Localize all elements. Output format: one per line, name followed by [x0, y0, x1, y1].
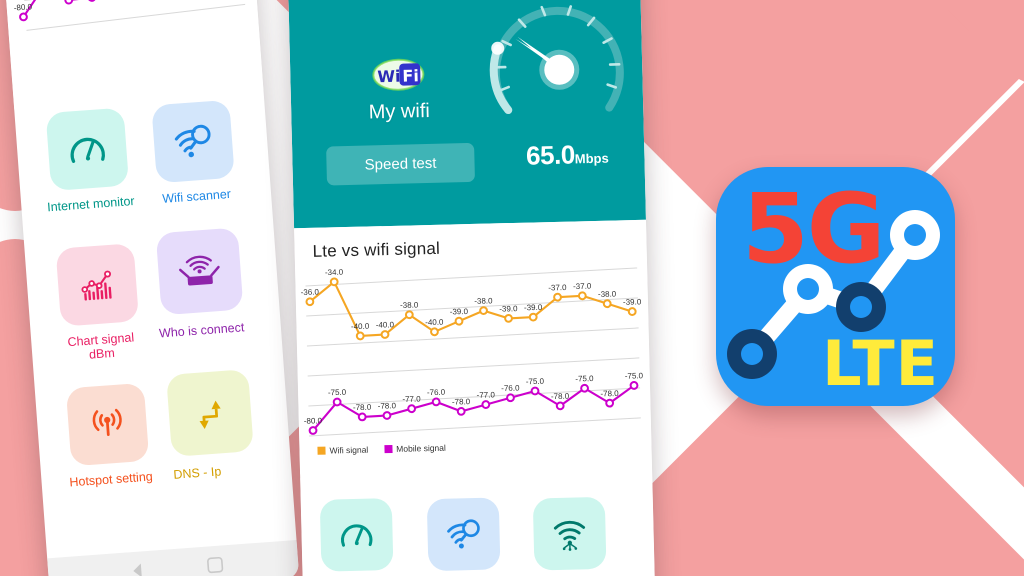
screenshot-stage: -80.0 -75.0 -78.0 -78.0 -77.0 -76.0 -78.0 -77.0… — [0, 0, 1024, 576]
legend-swatch-mobile — [384, 444, 393, 454]
internet-monitor-label: Internet monitor — [46, 193, 136, 215]
svg-text:-78.0: -78.0 — [353, 403, 372, 412]
wifi-scanner-label: Wifi scanner — [161, 186, 232, 206]
bar-chart-icon — [80, 270, 112, 301]
wifi-logo-badge: Wi Fi — [370, 57, 427, 92]
svg-text:-34.0: -34.0 — [325, 268, 344, 277]
left-phone-screenshot: -80.0-75.0-78.0-78.0-77.0-76.0-78.0-77.0… — [0, 0, 300, 576]
tile-dns-ip[interactable]: DNS - Ip — [166, 368, 274, 482]
swap-arrows-icon — [199, 400, 221, 430]
svg-text:-75.0: -75.0 — [328, 388, 347, 397]
left-phone-signal-chart: -80.0-75.0-78.0-78.0-77.0-76.0-78.0-77.0… — [13, 0, 255, 31]
tile-wifi-scanner[interactable] — [426, 497, 501, 572]
svg-text:-36.0: -36.0 — [301, 288, 320, 297]
speed-unit: Mbps — [574, 150, 609, 167]
speed-gauge — [489, 5, 624, 115]
chart-signal-label: Chart signal dBm — [67, 330, 135, 362]
speedometer-icon — [70, 137, 105, 164]
svg-text:-78.0: -78.0 — [551, 392, 570, 401]
tile-hotspot-setting[interactable]: Hotspot setting — [57, 382, 159, 490]
speed-test-button[interactable]: Speed test — [326, 142, 475, 186]
speedometer-icon — [341, 524, 373, 547]
svg-text:-75.0: -75.0 — [575, 374, 594, 383]
app-icon-lte-text: LTE — [822, 327, 939, 400]
tile-wifi-scanner[interactable]: Wifi scanner — [142, 99, 244, 207]
svg-text:-78.0: -78.0 — [600, 389, 619, 398]
speed-readout: 65.0Mbps — [492, 138, 643, 173]
hotspot-label: Hotspot setting — [68, 469, 154, 490]
svg-text:-39.0: -39.0 — [524, 303, 543, 312]
app-icon[interactable]: 5G LTE — [716, 167, 955, 406]
network-name-label: My wifi — [368, 99, 431, 124]
speed-value: 65.0 — [525, 139, 576, 171]
svg-text:-77.0: -77.0 — [402, 394, 421, 403]
wifi-signal-icon — [553, 520, 586, 551]
speed-test-button-label: Speed test — [326, 142, 475, 186]
dns-ip-label: DNS - Ip — [172, 464, 222, 482]
center-phone-tile-row — [300, 469, 656, 576]
svg-text:-38.0: -38.0 — [598, 289, 617, 298]
left-phone-tile-grid: Internet monitor Wifi scanner Chart sign… — [14, 91, 294, 528]
chart-title: Lte vs wifi signal — [312, 238, 441, 261]
svg-text:-38.0: -38.0 — [400, 300, 419, 309]
tile-wifi-analyzer[interactable] — [532, 496, 607, 571]
lte-vs-wifi-signal-chart: -36.0 -34.0 -40.0 -40.0 -38.0 -40.0 -39.0 -38.0… — [301, 267, 644, 437]
who-is-connected-tile-bg — [155, 227, 244, 316]
svg-text:-39.0: -39.0 — [450, 307, 469, 316]
center-phone-screenshot: Wi Fi My wifi Speed test 65.0Mbps Lte vs… — [286, 0, 656, 576]
wifi-search-icon — [447, 519, 480, 549]
tile-internet-monitor[interactable] — [319, 498, 394, 572]
svg-text:-75.0: -75.0 — [526, 377, 545, 386]
svg-text:-76.0: -76.0 — [427, 388, 446, 397]
nav-bar-buttons[interactable] — [47, 540, 299, 576]
svg-text:Wi: Wi — [377, 67, 401, 87]
chart-signal-tile-bg — [55, 243, 139, 327]
router-icon — [179, 255, 220, 286]
legend-swatch-wifi — [317, 446, 326, 455]
wifi-search-icon — [174, 124, 211, 158]
svg-text:-78.0: -78.0 — [452, 397, 471, 406]
legend-item-mobile: Mobile signal — [384, 443, 446, 455]
svg-text:-39.0: -39.0 — [623, 297, 642, 306]
svg-text:-39.0: -39.0 — [499, 304, 518, 313]
wifi-scanner-tile-bg — [150, 99, 235, 184]
who-is-connected-label: Who is connect — [158, 320, 245, 341]
svg-text:Fi: Fi — [402, 66, 419, 85]
svg-text:-40.0: -40.0 — [376, 320, 395, 329]
legend-label-mobile: Mobile signal — [396, 442, 446, 454]
center-phone-chart-card: Lte vs wifi signal -36.0 -34.0 -40.0 -40.0-… — [294, 219, 652, 475]
legend-item-wifi: Wifi signal — [317, 445, 368, 456]
svg-text:-40.0: -40.0 — [425, 318, 444, 327]
tile-who-is-connected[interactable]: Who is connect — [152, 226, 270, 341]
legend-label-wifi: Wifi signal — [329, 444, 369, 456]
svg-text:-40.0: -40.0 — [351, 322, 370, 331]
internet-monitor-tile-bg — [45, 107, 129, 192]
wifi-logo-icon: Wi Fi — [372, 58, 425, 91]
svg-text:-78.0: -78.0 — [378, 401, 397, 410]
svg-text:-37.0: -37.0 — [573, 282, 592, 291]
svg-text:-75.0: -75.0 — [625, 371, 644, 380]
svg-text:-77.0: -77.0 — [476, 390, 495, 399]
hotspot-tile-bg — [65, 382, 149, 467]
svg-text:-80.0: -80.0 — [304, 416, 323, 425]
tile-internet-monitor[interactable]: Internet monitor — [37, 107, 139, 215]
svg-text:-37.0: -37.0 — [548, 283, 567, 292]
hotspot-icon — [92, 408, 122, 437]
svg-text:-76.0: -76.0 — [501, 384, 520, 393]
speed-test-header: Wi Fi My wifi Speed test 65.0Mbps — [286, 0, 646, 229]
svg-text:-80.0: -80.0 — [13, 2, 32, 12]
tile-chart-signal-dbm[interactable]: Chart signal dBm — [47, 243, 150, 365]
svg-text:-38.0: -38.0 — [474, 296, 493, 305]
android-navigation-bar — [47, 540, 300, 576]
dns-ip-tile-bg — [166, 369, 254, 457]
